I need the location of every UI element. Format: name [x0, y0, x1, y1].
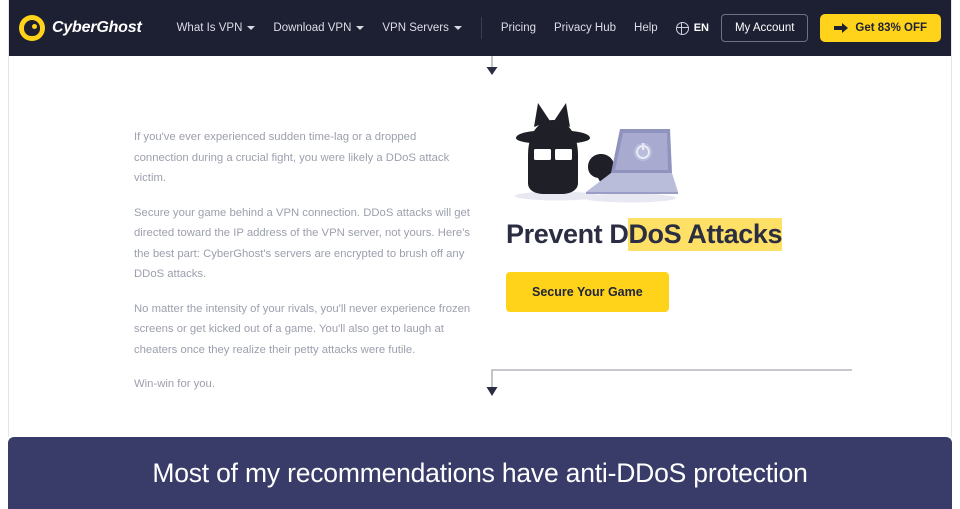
nav-link-privacy-hub[interactable]: Privacy Hub: [545, 22, 625, 34]
language-selector[interactable]: EN: [675, 21, 709, 35]
down-arrow-connector-icon: [484, 56, 504, 80]
chevron-down-icon: [356, 26, 365, 30]
brand-logo[interactable]: CyberGhost: [19, 15, 142, 41]
get-offer-label: Get 83% OFF: [855, 22, 927, 34]
headline-highlighted: DoS Attacks: [628, 218, 783, 251]
primary-nav: What Is VPN Download VPN VPN Servers Pri…: [168, 17, 667, 39]
headline-plain: Prevent D: [506, 219, 629, 249]
language-label: EN: [693, 22, 709, 34]
ghost-logo-icon: [19, 15, 45, 41]
promo-panel: Prevent DDoS Attacks Secure Your Game: [498, 95, 935, 395]
paragraph: If you've ever experienced sudden time-l…: [134, 131, 450, 185]
get-offer-button[interactable]: Get 83% OFF: [820, 14, 941, 42]
paragraph: Win-win for you.: [134, 378, 215, 391]
screenshot-root: CyberGhost What Is VPN Download VPN VPN …: [0, 0, 960, 509]
nav-item-label: What Is VPN: [176, 22, 243, 34]
ghost-with-laptop-illustration: [512, 95, 682, 207]
nav-item-what-is-vpn[interactable]: What Is VPN: [168, 22, 265, 34]
main-content: If you've ever experienced sudden time-l…: [9, 95, 951, 395]
page-headline: Prevent DDoS Attacks: [506, 218, 783, 251]
paragraph: Secure your game behind a VPN connection…: [134, 206, 470, 281]
brand-name: CyberGhost: [52, 19, 142, 36]
caption-text: Most of my recommendations have anti-DDo…: [152, 457, 808, 488]
nav-item-label: Download VPN: [273, 22, 352, 34]
chevron-down-icon: [453, 26, 462, 30]
nav-divider: [480, 17, 482, 39]
paragraph: No matter the intensity of your rivals, …: [134, 302, 471, 356]
chevron-down-icon: [247, 26, 256, 30]
my-account-button[interactable]: My Account: [720, 14, 809, 42]
globe-icon: [675, 21, 689, 35]
header-actions: EN My Account Get 83% OFF: [675, 14, 941, 42]
nav-item-vpn-servers[interactable]: VPN Servers: [373, 22, 470, 34]
site-header: CyberGhost What Is VPN Download VPN VPN …: [9, 0, 951, 56]
nav-item-download-vpn[interactable]: Download VPN: [264, 22, 373, 34]
article-copy: If you've ever experienced sudden time-l…: [134, 95, 474, 395]
browser-page-area: CyberGhost What Is VPN Download VPN VPN …: [8, 0, 952, 437]
arrow-right-icon: [834, 23, 849, 33]
secure-your-game-button[interactable]: Secure Your Game: [506, 272, 669, 312]
nav-link-pricing[interactable]: Pricing: [492, 22, 545, 34]
caption-banner: Most of my recommendations have anti-DDo…: [8, 437, 952, 509]
elbow-down-arrow-connector-icon: [474, 360, 854, 408]
nav-item-label: VPN Servers: [382, 22, 449, 34]
nav-link-help[interactable]: Help: [625, 22, 667, 34]
